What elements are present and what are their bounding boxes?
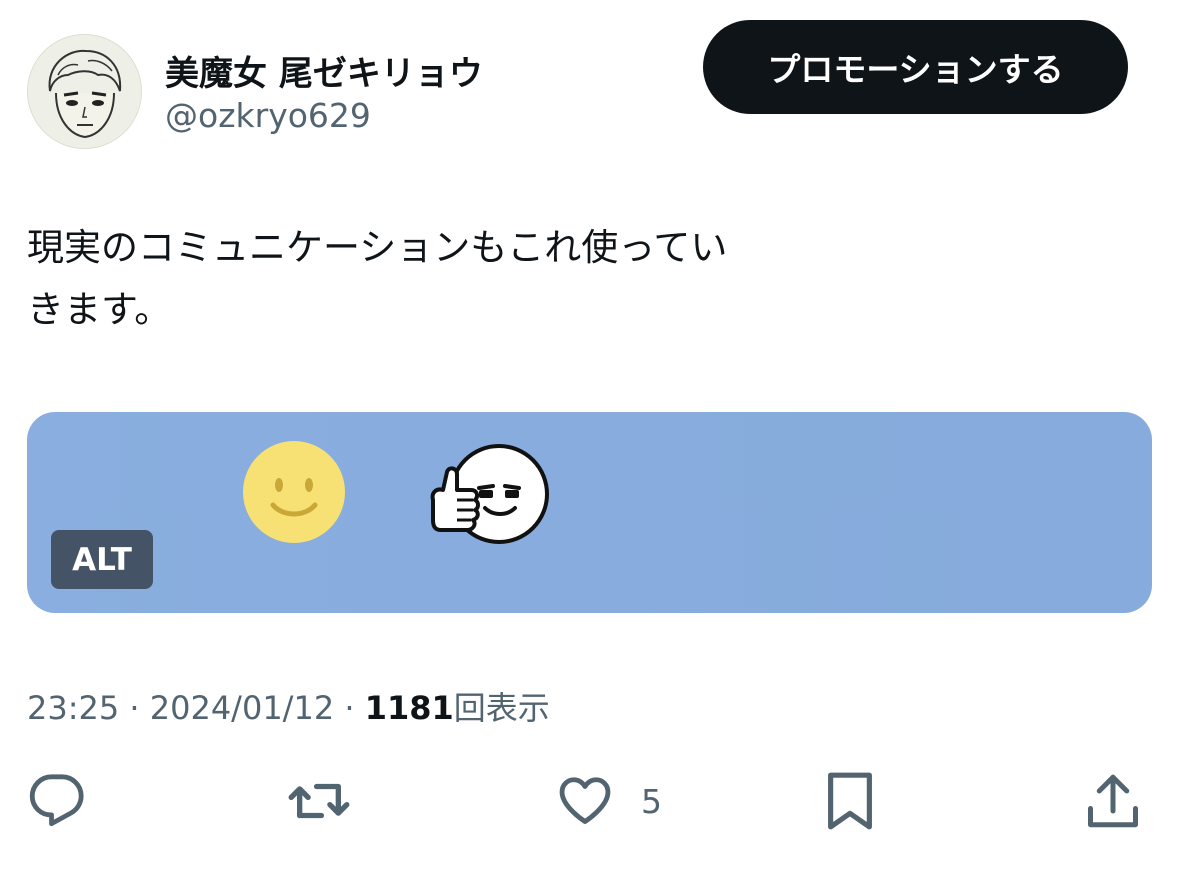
- heart-icon: [559, 777, 611, 824]
- like-button[interactable]: 5: [555, 768, 662, 834]
- smiley-emoji: [243, 441, 345, 543]
- user-handle[interactable]: @ozkryo629: [165, 96, 371, 135]
- views-label: 回表示: [453, 689, 550, 727]
- bookmark-icon: [828, 772, 872, 830]
- like-count: 5: [641, 781, 662, 821]
- reply-button[interactable]: [28, 768, 86, 834]
- reply-icon: [29, 774, 84, 827]
- retweet-button[interactable]: [286, 768, 352, 834]
- tweet-text: 現実のコミュニケーションもこれ使ってい きます。: [27, 217, 857, 341]
- meta-separator: ·: [129, 689, 150, 727]
- display-name[interactable]: 美魔女 尾ゼキリョウ: [165, 46, 483, 95]
- alt-badge[interactable]: ALT: [51, 530, 153, 589]
- promote-button[interactable]: プロモーションする: [703, 20, 1128, 114]
- thumbs-up-sticker: [430, 444, 549, 544]
- avatar-drawing: [28, 35, 141, 148]
- avatar[interactable]: [27, 34, 142, 149]
- bookmark-button[interactable]: [823, 768, 877, 834]
- tweet-detail: 美魔女 尾ゼキリョウ @ozkryo629 プロモーションする 現実のコミュニケ…: [0, 0, 1179, 882]
- retweet-icon: [288, 783, 350, 819]
- tweet-text-line-1: 現実のコミュニケーションもこれ使ってい: [27, 226, 728, 269]
- tweet-text-line-2: きます。: [27, 288, 172, 331]
- tweet-media-image[interactable]: ALT: [27, 412, 1152, 613]
- meta-separator: ·: [344, 689, 365, 727]
- tweet-meta: 23:25 · 2024/01/12 · 1181回表示: [27, 683, 550, 729]
- tweet-time[interactable]: 23:25: [27, 689, 119, 727]
- views-count[interactable]: 1181: [365, 689, 454, 727]
- tweet-date[interactable]: 2024/01/12: [150, 689, 334, 727]
- share-button[interactable]: [1085, 768, 1141, 834]
- share-icon: [1088, 774, 1138, 828]
